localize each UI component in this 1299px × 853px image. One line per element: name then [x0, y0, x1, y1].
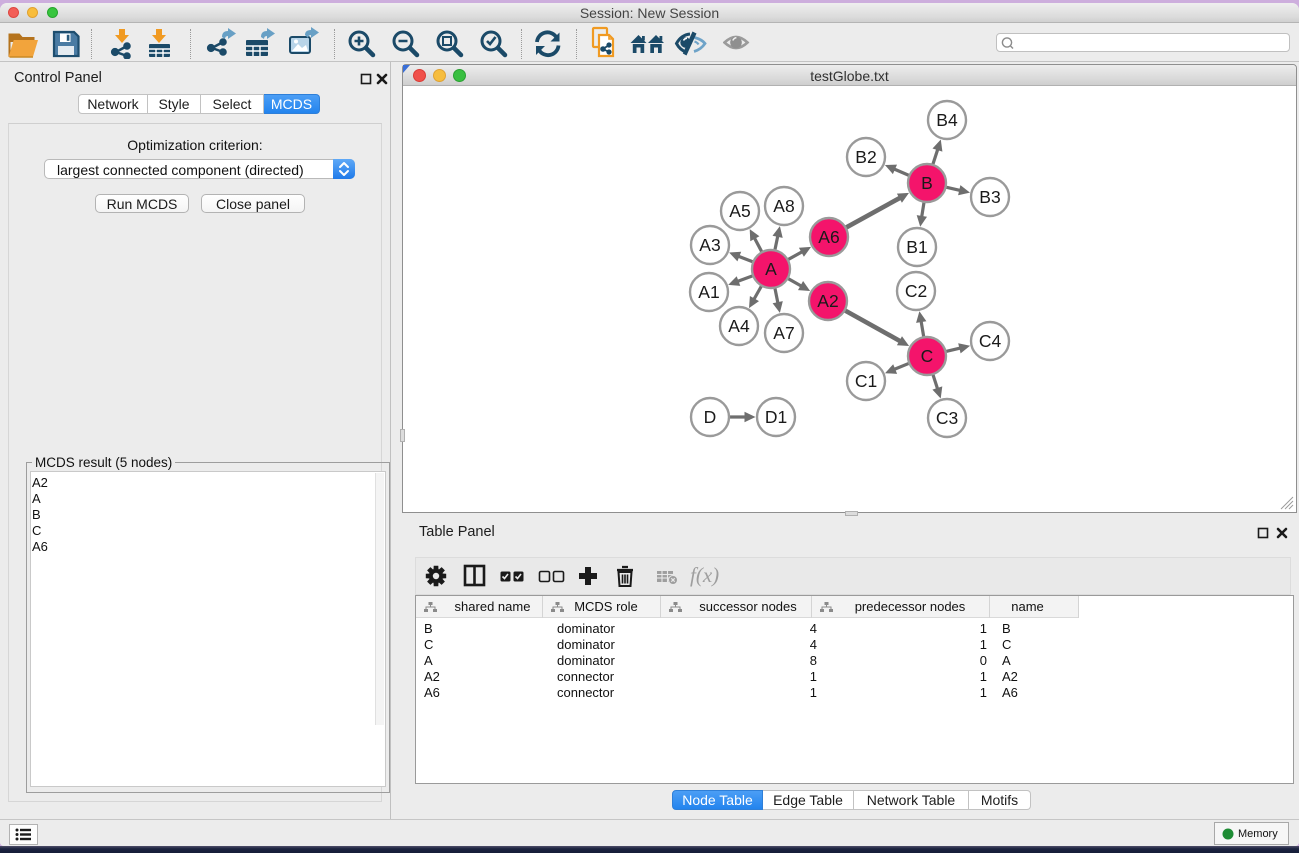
- svg-text:C1: C1: [855, 371, 877, 391]
- svg-text:C4: C4: [979, 331, 1002, 351]
- svg-text:A3: A3: [699, 235, 720, 255]
- svg-text:D: D: [704, 407, 717, 427]
- svg-text:A8: A8: [773, 196, 794, 216]
- svg-text:B2: B2: [855, 147, 876, 167]
- svg-text:B: B: [921, 173, 933, 193]
- svg-text:A6: A6: [818, 227, 839, 247]
- svg-text:A1: A1: [698, 282, 719, 302]
- svg-text:B3: B3: [979, 187, 1000, 207]
- svg-text:A4: A4: [728, 316, 750, 336]
- svg-text:C2: C2: [905, 281, 927, 301]
- svg-text:A5: A5: [729, 201, 750, 221]
- svg-text:A: A: [765, 259, 777, 279]
- svg-text:C: C: [921, 346, 934, 366]
- svg-text:C3: C3: [936, 408, 958, 428]
- svg-text:D1: D1: [765, 407, 787, 427]
- svg-text:B1: B1: [906, 237, 927, 257]
- svg-text:A2: A2: [817, 291, 838, 311]
- svg-text:B4: B4: [936, 110, 958, 130]
- svg-text:A7: A7: [773, 323, 794, 343]
